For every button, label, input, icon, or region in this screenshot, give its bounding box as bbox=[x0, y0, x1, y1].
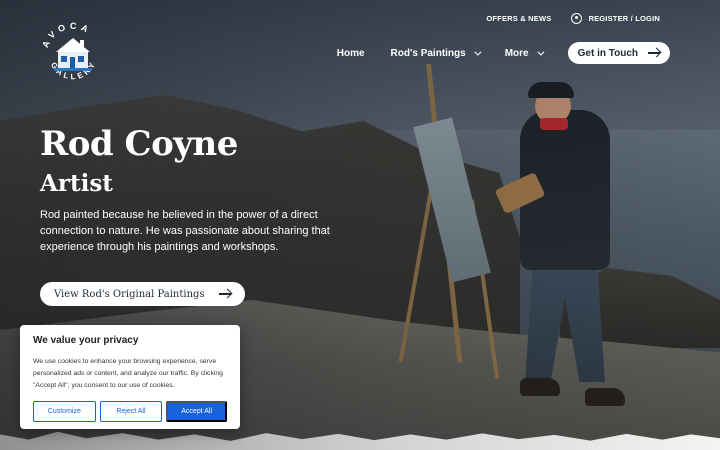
chevron-down-icon bbox=[474, 48, 482, 56]
nav-rods-paintings[interactable]: Rod's Paintings bbox=[390, 47, 482, 59]
cookie-text: We use cookies to enhance your browsing … bbox=[33, 358, 223, 389]
nav-home[interactable]: Home bbox=[337, 48, 365, 59]
cookie-consent-banner: We value your privacy We use cookies to … bbox=[20, 325, 240, 429]
customize-button[interactable]: Customize bbox=[33, 401, 96, 422]
register-login-link[interactable]: REGISTER / LOGIN bbox=[571, 13, 660, 24]
utility-links: OFFERS & NEWS REGISTER / LOGIN bbox=[486, 13, 660, 24]
reject-all-button[interactable]: Reject All bbox=[99, 401, 163, 422]
cottage-icon bbox=[54, 38, 92, 71]
hero-subtitle: Artist bbox=[40, 170, 113, 197]
nav-more-label: More bbox=[504, 47, 529, 59]
accept-all-button[interactable]: Accept All bbox=[166, 401, 227, 422]
arrow-right-icon bbox=[218, 293, 231, 295]
user-icon bbox=[571, 13, 583, 24]
main-nav: Home Rod's Paintings More Get in Touch bbox=[337, 42, 670, 64]
offers-news-label: OFFERS & NEWS bbox=[486, 14, 552, 23]
view-paintings-button[interactable]: View Rod's Original Paintings bbox=[40, 282, 245, 306]
offers-news-link[interactable]: OFFERS & NEWS bbox=[486, 14, 551, 23]
hero-description: Rod painted because he believed in the p… bbox=[40, 209, 330, 253]
cookie-title: We value your privacy bbox=[33, 335, 139, 346]
hero-title: Rod Coyne bbox=[40, 124, 238, 164]
cookie-actions: Customize Reject All Accept All bbox=[33, 401, 227, 422]
get-in-touch-button[interactable]: Get in Touch bbox=[567, 42, 670, 64]
avoca-gallery-logo[interactable]: AVOCA GALLERY bbox=[38, 20, 108, 90]
register-login-label: REGISTER / LOGIN bbox=[588, 14, 660, 23]
arrow-right-icon bbox=[648, 52, 660, 54]
view-paintings-label: View Rod's Original Paintings bbox=[54, 288, 205, 300]
nav-paintings-label: Rod's Paintings bbox=[390, 47, 466, 59]
nav-more[interactable]: More bbox=[504, 47, 545, 59]
get-in-touch-label: Get in Touch bbox=[577, 47, 638, 59]
nav-home-label: Home bbox=[336, 47, 365, 59]
chevron-down-icon bbox=[537, 48, 545, 56]
